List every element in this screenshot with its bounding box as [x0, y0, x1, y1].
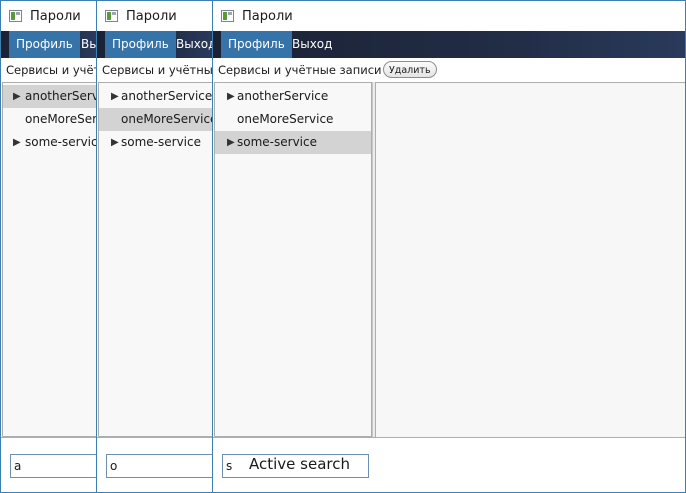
- tree-item[interactable]: ▶ anotherService: [99, 85, 212, 108]
- menu-bar: Профиль Выход: [97, 31, 213, 58]
- tree-item-label: anotherService: [237, 89, 329, 103]
- tree-item[interactable]: ▶ some-service: [99, 131, 212, 154]
- tree-item[interactable]: ▶ some-service: [3, 131, 97, 154]
- services-tree[interactable]: ▶ anotherService oneMoreService ▶ some-s…: [214, 82, 372, 437]
- title-bar[interactable]: Пароли: [213, 1, 685, 31]
- title-bar[interactable]: Пароли: [97, 1, 213, 31]
- services-tree[interactable]: ▶ anotherService oneMoreService ▶ some-s…: [98, 82, 213, 437]
- menu-profile[interactable]: Профиль: [9, 31, 80, 58]
- tree-item-label: some-service: [25, 135, 98, 149]
- services-label: Сервисы и учётные записи: [218, 63, 382, 77]
- toolbar: Сервисы и учётные записи: [97, 58, 213, 82]
- tree-item-label: oneMoreService: [237, 112, 334, 126]
- window-title: Пароли: [126, 9, 177, 24]
- tree-item-label: some-service: [121, 135, 201, 149]
- menu-exit[interactable]: Выход: [169, 31, 213, 58]
- toolbar: Сервисы и учётные записи Удалить: [213, 58, 685, 82]
- expand-arrow-icon[interactable]: ▶: [111, 131, 119, 154]
- splitter-grip-icon: ⋮: [373, 252, 381, 264]
- services-tree[interactable]: ▶ anotherService oneMoreService ▶ some-s…: [2, 82, 97, 437]
- delete-button[interactable]: Удалить: [383, 61, 437, 78]
- window-title: Пароли: [242, 9, 293, 24]
- tree-item[interactable]: ▶ anotherService: [3, 85, 97, 108]
- menu-exit[interactable]: Выход: [74, 31, 97, 58]
- menu-profile[interactable]: Профиль: [221, 31, 292, 58]
- tree-item[interactable]: oneMoreService: [3, 108, 97, 131]
- title-bar[interactable]: Пароли: [1, 1, 97, 31]
- services-label: Сервисы и учётные записи: [102, 63, 213, 77]
- expand-arrow-icon[interactable]: ▶: [227, 85, 235, 108]
- services-label: Сервисы и учётные записи: [6, 63, 97, 77]
- app-icon: [105, 10, 118, 22]
- window-title: Пароли: [30, 9, 81, 24]
- search-input[interactable]: [106, 454, 213, 478]
- tree-item[interactable]: ▶ some-service: [215, 131, 371, 154]
- tree-item-label: oneMoreService: [121, 112, 213, 126]
- tree-item[interactable]: oneMoreService: [99, 108, 212, 131]
- details-pane: [376, 82, 685, 437]
- tree-item-label: anotherService: [121, 89, 213, 103]
- app-icon: [221, 10, 234, 22]
- expand-arrow-icon[interactable]: ▶: [13, 131, 21, 154]
- menu-bar: Профиль Выход: [213, 31, 685, 58]
- expand-arrow-icon[interactable]: ▶: [13, 85, 21, 108]
- menu-exit[interactable]: Выход: [285, 31, 339, 58]
- tree-item-label: some-service: [237, 135, 317, 149]
- search-input[interactable]: [222, 454, 369, 478]
- tree-item-label: anotherService: [25, 89, 97, 103]
- window-3: Пароли Профиль Выход Сервисы и учётные з…: [212, 0, 686, 493]
- app-icon: [9, 10, 22, 22]
- search-area: [97, 437, 213, 492]
- expand-arrow-icon[interactable]: ▶: [111, 85, 119, 108]
- menu-profile[interactable]: Профиль: [105, 31, 176, 58]
- menu-bar: Профиль Выход: [1, 31, 97, 58]
- tree-item[interactable]: ▶ anotherService: [215, 85, 371, 108]
- tree-item[interactable]: oneMoreService: [215, 108, 371, 131]
- search-area: [1, 437, 97, 492]
- expand-arrow-icon[interactable]: ▶: [227, 131, 235, 154]
- tree-item-label: oneMoreService: [25, 112, 98, 126]
- window-2: Пароли Профиль Выход Сервисы и учётные з…: [96, 0, 214, 493]
- search-area: Active search: [213, 437, 685, 492]
- search-input[interactable]: [10, 454, 97, 478]
- window-1: Пароли Профиль Выход Сервисы и учётные з…: [0, 0, 98, 493]
- toolbar: Сервисы и учётные записи: [1, 58, 97, 82]
